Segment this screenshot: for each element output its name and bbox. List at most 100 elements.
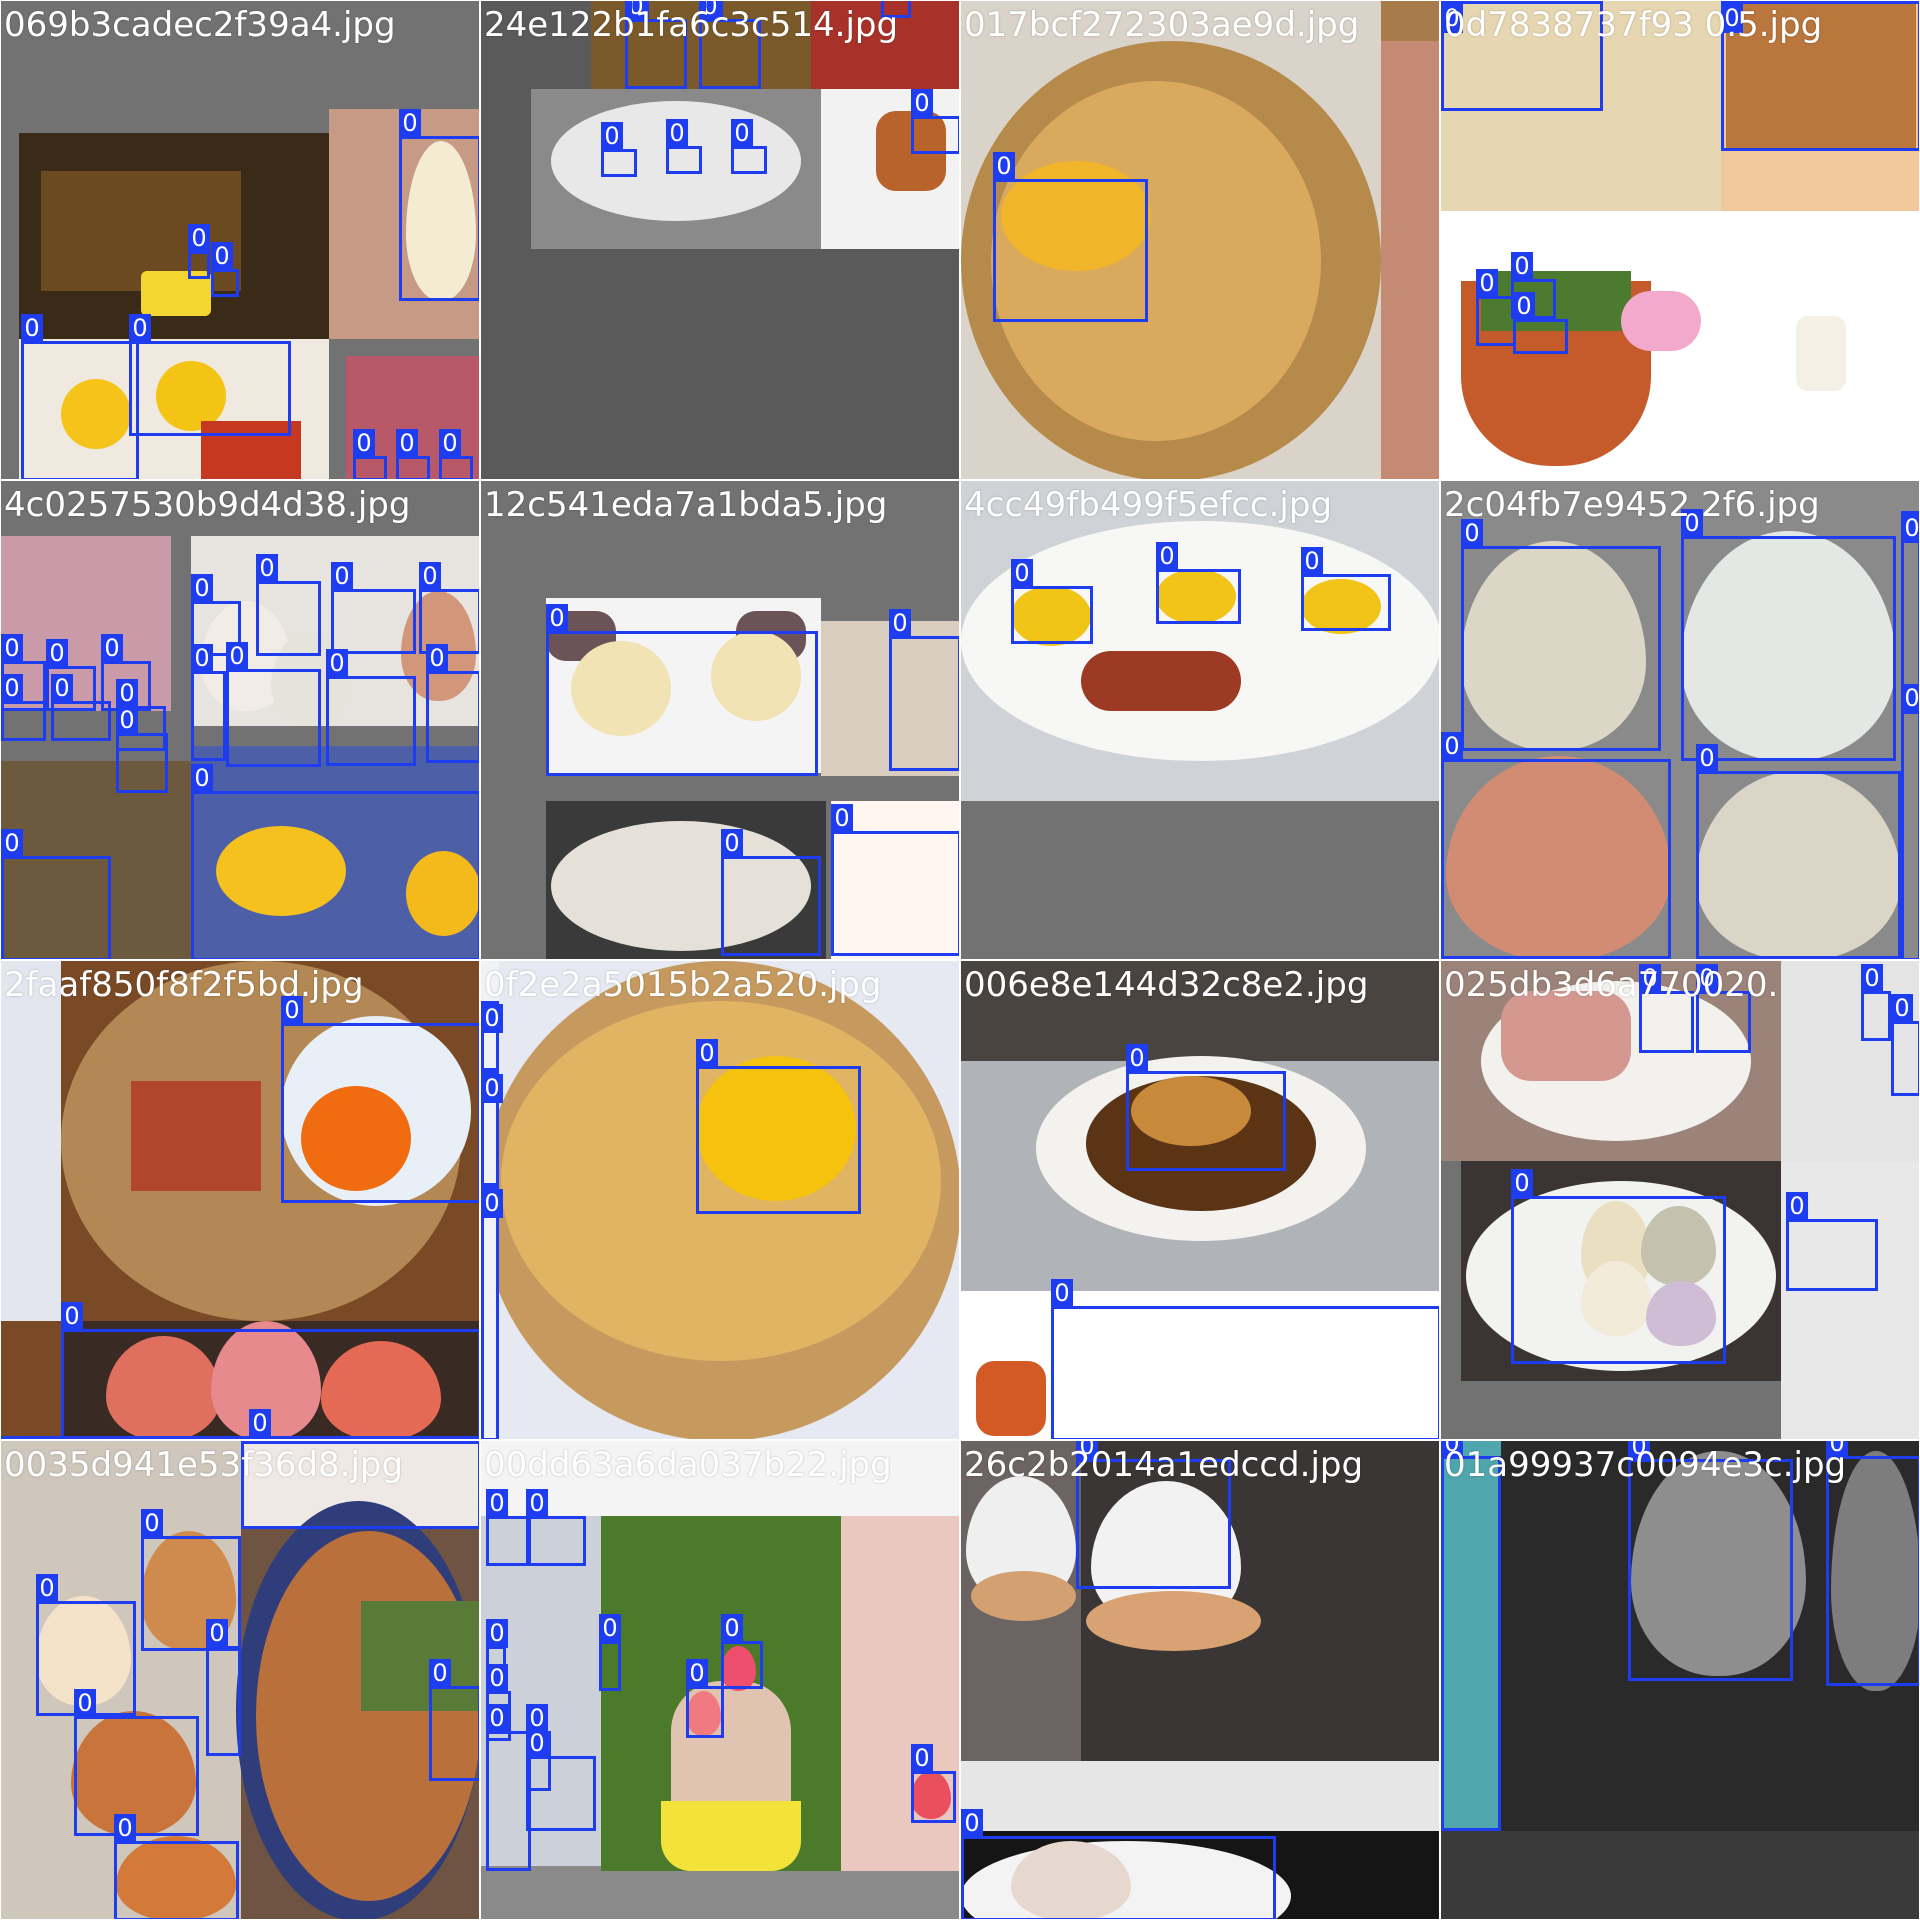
detection-label: 0	[526, 1729, 548, 1758]
mosaic-tile: 0 0 0 0 0 0d7838737f93 0.5.jpg	[1440, 0, 1920, 480]
detection-box: 0	[226, 642, 321, 767]
detection-label: 0	[51, 674, 73, 703]
mosaic-tile: 0 0 0 0 0 0 0 0 0 24e122b1fa6c3c514.jpg	[480, 0, 960, 480]
detection-box: 0	[331, 562, 416, 654]
detection-box: 0	[1696, 744, 1901, 959]
detection-box: 0	[889, 609, 959, 771]
detection-label: 0	[61, 1302, 83, 1331]
detection-box: 0	[1156, 542, 1241, 624]
detection-box: 0	[1476, 269, 1516, 346]
detection-box: 0	[831, 804, 959, 956]
detection-label: 0	[546, 604, 568, 633]
tile-filename: 4cc49fb499f5efcc.jpg	[964, 485, 1333, 525]
detection-box: 0	[191, 644, 226, 761]
detection-label: 0	[486, 1664, 508, 1693]
detection-label: 0	[696, 1039, 718, 1068]
mosaic-tile: 0 0 0 0 0f2e2a5015b2a520.jpg	[480, 960, 960, 1440]
mosaic-grid: 0 0 0 0 0 0 0 0 069b3cadec2f39a4.jpg 0 0…	[0, 0, 1920, 1920]
detection-box: 0	[1051, 1279, 1439, 1439]
detection-box: 0	[696, 1039, 861, 1214]
detection-label: 0	[961, 1809, 983, 1838]
detection-label: 0	[1, 634, 23, 663]
detection-box: 0	[326, 649, 416, 766]
detection-label: 0	[211, 242, 233, 271]
detection-label: 0	[1126, 1044, 1148, 1073]
detection-label: 0	[1901, 684, 1919, 713]
tile-filename: 0f2e2a5015b2a520.jpg	[484, 965, 882, 1005]
mosaic-tile: 0 0 0 0 0 0 0 0 0 0 0 00dd63a6da037b22.j…	[480, 1440, 960, 1920]
mosaic-tile: 0 0 006e8e144d32c8e2.jpg	[960, 960, 1440, 1440]
detection-box: 0	[993, 152, 1148, 322]
detection-box: 0	[1, 674, 46, 741]
tile-filename: 025db3d6a770020.	[1444, 965, 1779, 1005]
tile-filename: 26c2b2014a1edccd.jpg	[964, 1445, 1364, 1485]
detection-box: 0	[281, 996, 479, 1203]
detection-box: 0	[481, 1071, 503, 1186]
detection-box: 0	[116, 706, 168, 793]
detection-box: 0	[486, 1489, 531, 1566]
detection-label: 0	[226, 642, 248, 671]
detection-label: 0	[331, 562, 353, 591]
detection-label: 0	[191, 764, 213, 793]
detection-box: 0	[1441, 732, 1671, 959]
mosaic-tile: 0 0 26c2b2014a1edccd.jpg	[960, 1440, 1440, 1920]
detection-box: 0	[1513, 292, 1568, 354]
detection-label: 0	[486, 1619, 508, 1648]
detection-box: 0	[21, 314, 139, 479]
detection-box: 0	[1011, 559, 1093, 644]
detection-label: 0	[1476, 269, 1498, 298]
detection-box: 0	[686, 1659, 724, 1738]
detection-box: 0	[1681, 509, 1896, 761]
detection-label: 0	[526, 1489, 548, 1518]
detection-box: 0	[439, 429, 473, 479]
detection-box: 0	[429, 1659, 479, 1781]
detection-box: 0	[481, 1001, 503, 1071]
detection-box: 0	[731, 119, 767, 174]
detection-box: 0	[1891, 994, 1919, 1096]
tile-filename: 0d7838737f93 0.5.jpg	[1444, 5, 1823, 45]
detection-label: 0	[1441, 732, 1463, 761]
tile-filename: 2faaf850f8f2f5bd.jpg	[4, 965, 364, 1005]
tile-photo	[481, 1441, 959, 1919]
mosaic-tile: 0 0 0 0 0 0 0 0 0 0 0 0 0 0 0 0 0 4c0257…	[0, 480, 480, 960]
tile-filename: 017bcf272303ae9d.jpg	[964, 5, 1360, 45]
detection-label: 0	[721, 1614, 743, 1643]
detection-label: 0	[396, 429, 418, 458]
detection-box: 0	[911, 1744, 956, 1823]
detection-label: 0	[486, 1489, 508, 1518]
detection-box: 0	[481, 1186, 503, 1439]
detection-box: 0	[188, 224, 210, 279]
detection-label: 0	[1513, 292, 1535, 321]
tile-filename: 2c04fb7e9452 2f6.jpg	[1444, 485, 1820, 525]
detection-label: 0	[1051, 1279, 1073, 1308]
detection-label: 0	[429, 1659, 451, 1688]
detection-label: 0	[1011, 559, 1033, 588]
detection-label: 0	[46, 639, 68, 668]
detection-box: 0	[666, 119, 702, 174]
detection-label: 0	[721, 829, 743, 858]
detection-label: 0	[116, 679, 138, 708]
detection-box: 0	[601, 122, 637, 177]
detection-label: 0	[481, 1004, 503, 1033]
tile-filename: 00dd63a6da037b22.jpg	[484, 1445, 892, 1485]
detection-box: 0	[1, 829, 111, 959]
detection-label: 0	[601, 122, 623, 151]
tile-filename: 12c541eda7a1bda5.jpg	[484, 485, 888, 525]
mosaic-tile: 0 0 0 0 12c541eda7a1bda5.jpg	[480, 480, 960, 960]
detection-label: 0	[114, 1814, 136, 1843]
detection-box: 0	[1861, 964, 1891, 1041]
detection-box: 0	[1511, 1169, 1726, 1364]
detection-label: 0	[686, 1659, 708, 1688]
detection-box: 0	[51, 674, 111, 741]
detection-label: 0	[911, 1744, 933, 1773]
detection-label: 0	[439, 429, 461, 458]
mosaic-tile: 0 0 0 01a99937c0094e3c.jpg	[1440, 1440, 1920, 1920]
detection-label: 0	[1511, 252, 1533, 281]
detection-box: 0	[1786, 1192, 1878, 1291]
detection-label: 0	[241, 1441, 263, 1443]
detection-label: 0	[256, 554, 278, 583]
detection-box: 0	[399, 109, 479, 301]
detection-label: 0	[399, 109, 421, 138]
tile-filename: 4c0257530b9d4d38.jpg	[4, 485, 411, 525]
detection-box: 0	[1126, 1044, 1286, 1171]
